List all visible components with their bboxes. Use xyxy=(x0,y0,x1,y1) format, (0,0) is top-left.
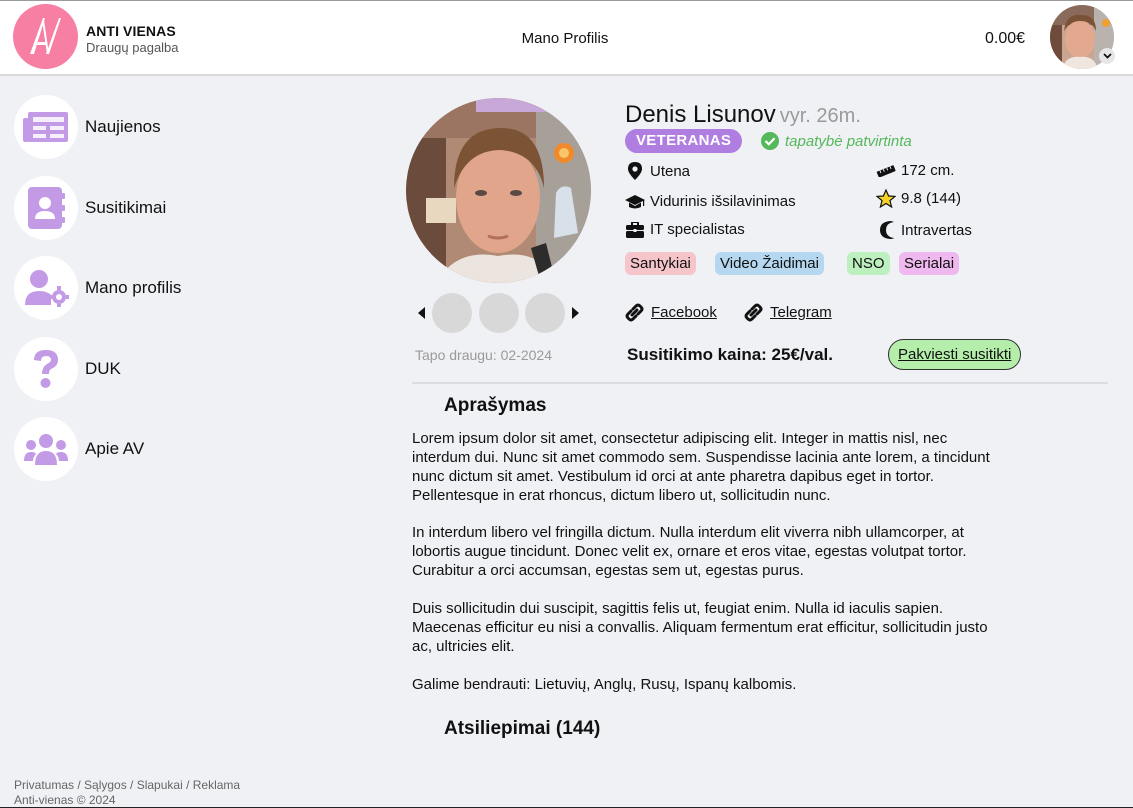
profile-name: Denis Lisunov xyxy=(625,101,776,128)
graduation-cap-icon xyxy=(625,194,645,208)
link-icon xyxy=(625,303,644,322)
question-icon xyxy=(34,350,58,388)
description-languages: Galime bendrauti: Lietuvių, Anglų, Rusų,… xyxy=(412,676,797,693)
link-icon xyxy=(744,303,763,322)
profile-photo[interactable] xyxy=(406,98,591,283)
gallery-thumbnail[interactable] xyxy=(432,293,472,333)
verified-status: tapatybė patvirtinta xyxy=(761,132,912,150)
balance[interactable]: 0.00€ xyxy=(985,30,1025,48)
location-pin-icon xyxy=(628,162,642,180)
page-title: Mano Profilis xyxy=(521,30,609,47)
telegram-link[interactable]: Telegram xyxy=(744,303,832,322)
gallery-thumbnail[interactable] xyxy=(479,293,519,333)
star-icon xyxy=(876,189,896,208)
sidebar-item-label: Mano profilis xyxy=(85,278,182,297)
check-circle-icon xyxy=(761,132,779,150)
ruler-icon xyxy=(876,164,896,177)
description-title: Aprašymas xyxy=(444,395,547,416)
chevron-down-icon xyxy=(1102,53,1112,59)
description-paragraph: Lorem ipsum dolor sit amet, consectetur … xyxy=(412,430,990,504)
user-gear-icon xyxy=(25,270,69,307)
interest-tag[interactable]: Serialai xyxy=(899,252,960,275)
gallery-prev-button[interactable] xyxy=(418,306,426,324)
interest-tag[interactable]: Video Žaidimai xyxy=(715,252,824,275)
description-paragraph: Duis sollicitudin dui suscipit, sagittis… xyxy=(412,600,988,655)
sidebar-item-duk[interactable]: DUK xyxy=(14,337,224,401)
sidebar-item-label: DUK xyxy=(85,359,121,378)
info-education: Vidurinis išsilavinimas xyxy=(625,193,796,210)
users-icon xyxy=(24,434,68,465)
meeting-price: Susitikimo kaina: 25€/val. xyxy=(627,345,833,364)
sidebar-item-susitikimai[interactable]: Susitikimai xyxy=(14,176,224,240)
profile-age: vyr. 26m. xyxy=(779,105,861,127)
info-personality: Intravertas xyxy=(876,220,972,240)
interest-tag[interactable]: NSO xyxy=(847,252,890,275)
section-divider xyxy=(412,382,1108,384)
gallery-thumbnail[interactable] xyxy=(525,293,565,333)
info-height: 172 cm. xyxy=(876,162,954,179)
description-paragraph: In interdum libero vel fringilla dictum.… xyxy=(412,524,967,579)
info-occupation: IT specialistas xyxy=(625,221,745,238)
profile-name-line: Denis Lisunov vyr. 26m. xyxy=(625,101,861,129)
account-dropdown-toggle[interactable] xyxy=(1099,48,1115,64)
invite-meeting-button[interactable]: Pakviesti susitikti xyxy=(888,339,1022,370)
sidebar-item-naujienos[interactable]: Naujienos xyxy=(14,95,224,159)
footer-links[interactable]: Privatumas / Sąlygos / Slapukai / Reklam… xyxy=(14,778,240,792)
info-location: Utena xyxy=(625,162,690,180)
caret-right-icon xyxy=(572,307,579,319)
verified-text: tapatybė patvirtinta xyxy=(785,132,912,150)
briefcase-icon xyxy=(626,221,644,238)
interest-tag[interactable]: Santykiai xyxy=(625,252,696,275)
sidebar-item-apie-av[interactable]: Apie AV xyxy=(14,417,224,481)
newspaper-icon xyxy=(23,112,68,142)
caret-left-icon xyxy=(418,307,425,319)
reviews-title: Atsiliepimai (144) xyxy=(444,718,601,739)
moon-icon xyxy=(880,221,894,239)
sidebar-item-label: Susitikimai xyxy=(85,198,167,217)
gallery-next-button[interactable] xyxy=(571,306,579,324)
sidebar-item-label: Naujienos xyxy=(85,117,161,136)
profile-photo-image xyxy=(406,98,591,283)
top-header: ANTI VIENAS Draugų pagalba Mano Profilis… xyxy=(0,1,1133,76)
footer-copyright: Anti-vienas © 2024 xyxy=(14,793,116,807)
sidebar-item-label: Apie AV xyxy=(85,439,145,458)
address-book-icon xyxy=(28,187,65,229)
info-rating: 9.8 (144) xyxy=(876,189,961,208)
facebook-link[interactable]: Facebook xyxy=(625,303,717,322)
sidebar-item-mano-profilis[interactable]: Mano profilis xyxy=(14,256,224,320)
veteran-badge: VETERANAS xyxy=(625,129,743,153)
joined-date: Tapo draugu: 02-2024 xyxy=(415,347,552,363)
